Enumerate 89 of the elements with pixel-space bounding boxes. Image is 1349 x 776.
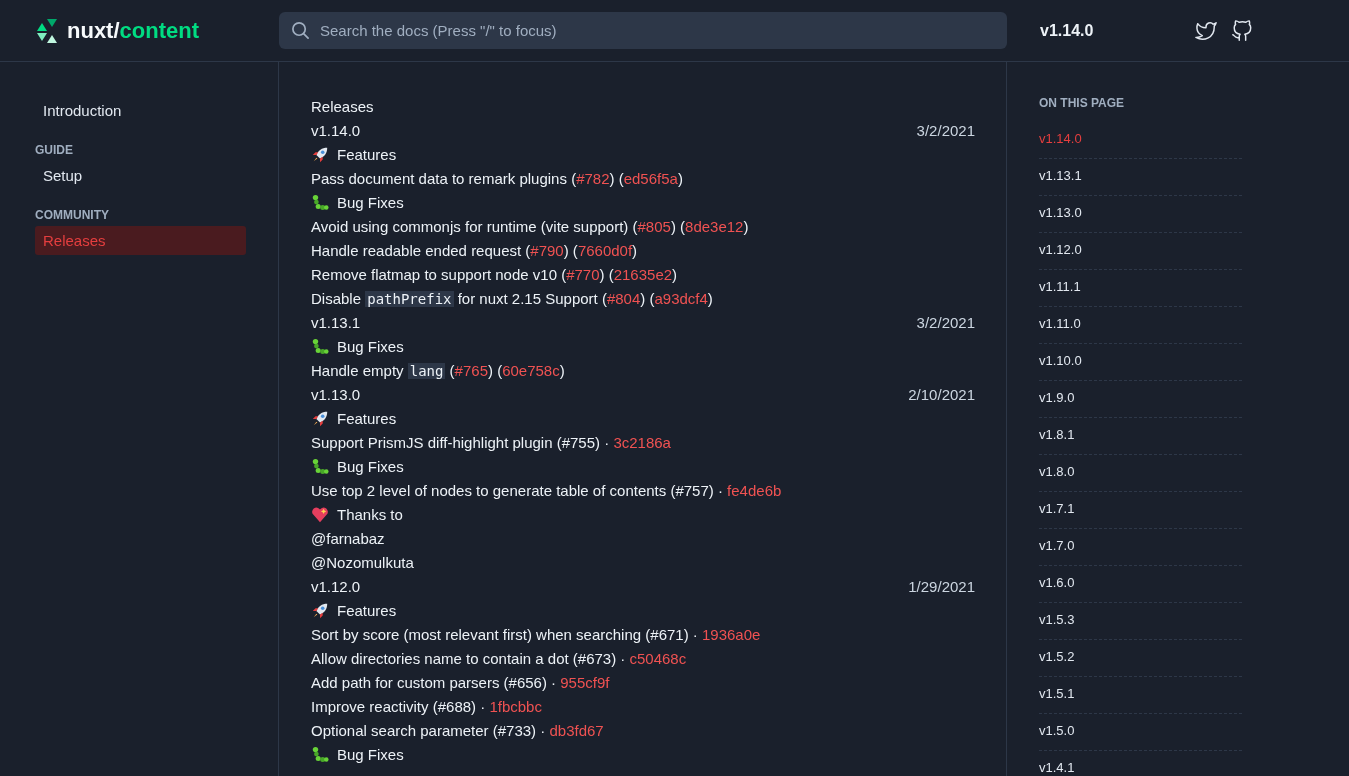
toc-link[interactable]: v1.8.1 xyxy=(1039,418,1242,455)
toc-link[interactable]: v1.12.0 xyxy=(1039,233,1242,270)
release-date: 2/10/2021 xyxy=(908,385,975,405)
toc-link[interactable]: v1.13.1 xyxy=(1039,159,1242,196)
release-note: Avoid using commonjs for runtime (vite support) (#805) (8de3e12) xyxy=(311,217,750,237)
section-heading: Bug Fixes xyxy=(337,337,404,357)
nav-link[interactable]: Introduction xyxy=(35,96,246,125)
commit-link[interactable]: #805 xyxy=(637,218,671,235)
release-note: Optional search parameter (#733) · db3fd67 xyxy=(311,721,605,741)
commit-link[interactable]: 60e758c xyxy=(502,362,560,379)
commit-link[interactable]: 8de3e12 xyxy=(685,218,744,235)
commit-link[interactable]: #790 xyxy=(530,242,564,259)
toc-link[interactable]: v1.5.1 xyxy=(1039,677,1242,714)
section-heading: Thanks to xyxy=(337,505,403,525)
twitter-icon[interactable] xyxy=(1195,19,1217,42)
commit-link[interactable]: 21635e2 xyxy=(613,266,673,283)
release-date: 3/2/2021 xyxy=(916,121,975,141)
rocket-icon xyxy=(311,146,329,164)
toc-link[interactable]: v1.10.0 xyxy=(1039,344,1242,381)
commit-link[interactable]: db3fd67 xyxy=(549,722,604,739)
commit-link[interactable]: 3c2186a xyxy=(613,434,671,451)
release-note: Remove flatmap to support node v10 (#770) (21635e2) xyxy=(311,265,679,285)
release-note: Add path for custom parsers (#656) · 955cf9f xyxy=(311,673,611,693)
commit-link[interactable]: #770 xyxy=(566,266,600,283)
nav-section-heading: COMMUNITY xyxy=(35,208,110,222)
toc-link[interactable]: v1.14.0 xyxy=(1039,122,1242,159)
section-heading: Bug Fixes xyxy=(337,457,404,477)
release-version: v1.14.0 xyxy=(311,121,361,141)
section-heading: Features xyxy=(337,601,397,621)
caterpillar-icon xyxy=(311,338,329,356)
toc-link[interactable]: v1.9.0 xyxy=(1039,381,1242,418)
contributor-name: @Nozomulkuta xyxy=(311,553,415,573)
toc-link[interactable]: v1.8.0 xyxy=(1039,455,1242,492)
commit-link[interactable]: 7660d0f xyxy=(577,242,633,259)
release-note: Allow directories name to contain a dot (#673) · c50468c xyxy=(311,649,688,669)
release-note: Sort by score (most relevant first) when searching (#671) · 1936a0e xyxy=(311,625,762,645)
section-heading: Bug Fixes xyxy=(337,745,404,765)
release-version: v1.13.0 xyxy=(311,385,361,405)
release-date: 1/29/2021 xyxy=(908,577,975,597)
release-note: Disable pathPrefix for nuxt 2.15 Support (#804) (a93dcf4) xyxy=(311,289,714,309)
release-note: Pass document data to remark plugins (#782) (ed56f5a) xyxy=(311,169,684,189)
commit-link[interactable]: 955cf9f xyxy=(560,674,610,691)
site-logo[interactable]: nuxt/content xyxy=(67,17,199,44)
commit-link[interactable]: 1936a0e xyxy=(702,626,761,643)
toc-heading: ON THIS PAGE xyxy=(1039,96,1126,110)
version-label: v1.14.0 xyxy=(1040,21,1095,40)
github-icon[interactable] xyxy=(1231,19,1253,42)
toc-link[interactable]: v1.7.0 xyxy=(1039,529,1242,566)
toc-link[interactable]: v1.5.2 xyxy=(1039,640,1242,677)
caterpillar-icon xyxy=(311,746,329,764)
rocket-icon xyxy=(311,602,329,620)
commit-link[interactable]: #765 xyxy=(454,362,488,379)
release-note: Improve reactivity (#688) · 1fbcbbc xyxy=(311,697,543,717)
rocket-icon xyxy=(311,410,329,428)
search-icon xyxy=(291,21,310,40)
release-note: Support PrismJS diff-highlight plugin (#755) · 3c2186a xyxy=(311,433,672,453)
release-note: Handle empty lang (#765) (60e758c) xyxy=(311,361,566,381)
toc-link[interactable]: v1.5.3 xyxy=(1039,603,1242,640)
heart-icon xyxy=(311,506,329,524)
release-version: v1.12.0 xyxy=(311,577,361,597)
nav-section-heading: GUIDE xyxy=(35,143,74,157)
commit-link[interactable]: #782 xyxy=(576,170,610,187)
release-note: Use top 2 level of nodes to generate table of contents (#757) · fe4de6b xyxy=(311,481,783,501)
commit-link[interactable]: a93dcf4 xyxy=(654,290,708,307)
caterpillar-icon xyxy=(311,194,329,212)
caterpillar-icon xyxy=(311,458,329,476)
toc-link[interactable]: v1.11.1 xyxy=(1039,270,1242,307)
nav-link[interactable]: Releases xyxy=(35,226,246,255)
page-title: Releases xyxy=(311,97,375,117)
toc-link[interactable]: v1.5.0 xyxy=(1039,714,1242,751)
commit-link[interactable]: ed56f5a xyxy=(623,170,678,187)
release-date: 3/2/2021 xyxy=(916,313,975,333)
toc-link[interactable]: v1.7.1 xyxy=(1039,492,1242,529)
commit-link[interactable]: 1fbcbbc xyxy=(489,698,542,715)
release-version: v1.13.1 xyxy=(311,313,361,333)
commit-link[interactable]: c50468c xyxy=(629,650,687,667)
commit-link[interactable]: fe4de6b xyxy=(727,482,782,499)
section-heading: Features xyxy=(337,145,397,165)
toc-link[interactable]: v1.11.0 xyxy=(1039,307,1242,344)
commit-link[interactable]: #804 xyxy=(606,290,641,307)
toc-link[interactable]: v1.4.1 xyxy=(1039,751,1242,776)
section-heading: Features xyxy=(337,409,397,429)
nav-link[interactable]: Setup xyxy=(35,161,246,190)
release-note: Handle readable ended request (#790) (7660d0f) xyxy=(311,241,639,261)
search-field[interactable]: Search the docs (Press "/" to focus) xyxy=(279,12,1007,49)
section-heading: Bug Fixes xyxy=(337,193,404,213)
toc-link[interactable]: v1.6.0 xyxy=(1039,566,1242,603)
toc-link[interactable]: v1.13.0 xyxy=(1039,196,1242,233)
contributor-name: @farnabaz xyxy=(311,529,386,549)
